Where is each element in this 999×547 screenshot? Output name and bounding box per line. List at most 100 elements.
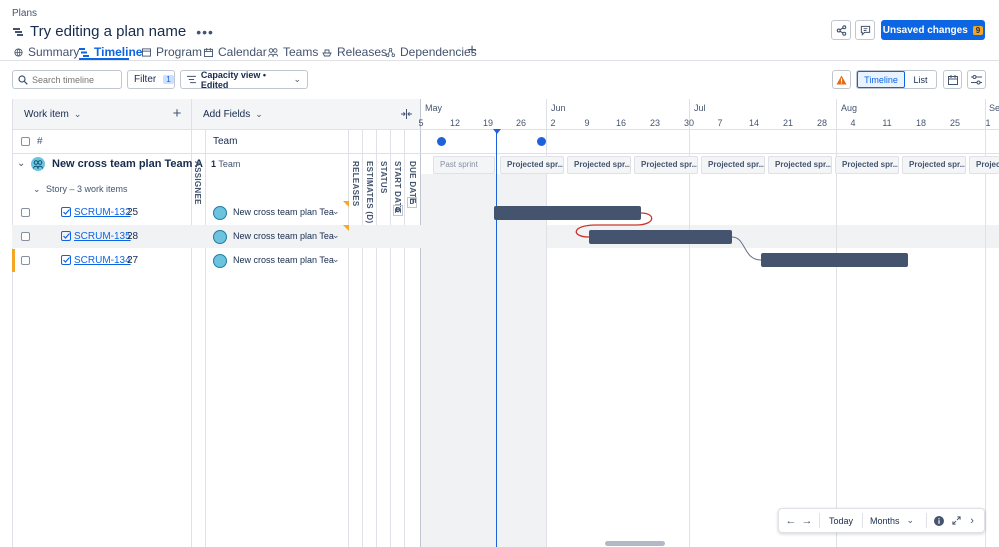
chevron-down-icon[interactable]: ⌄ [332,254,340,265]
collapse-team-icon[interactable]: ⌄ [17,158,25,169]
row-checkbox[interactable] [21,208,30,217]
sprint-pill[interactable]: Projected spr... [835,156,899,174]
tab-teams[interactable]: Teams [268,44,318,60]
sprint-pill[interactable]: Projected spr... [500,156,564,174]
warning-button[interactable] [832,70,851,89]
estimates-column-header[interactable]: ESTIMATES (D) [365,161,374,223]
nav-divider [819,513,820,528]
chevron-down-icon[interactable]: ⌄ [907,515,915,526]
tab-summary-label: Summary [28,45,80,59]
today-button[interactable]: Today [824,516,858,526]
story-type-icon [61,207,71,217]
search-input[interactable] [32,74,118,85]
day-tick: 9 [584,118,590,128]
row-team-value[interactable]: New cross team plan Tea [233,255,334,265]
sprint-pill[interactable]: Projected spr... [634,156,698,174]
sprint-pill[interactable]: Past sprint [433,156,495,174]
feedback-button[interactable] [855,20,875,40]
add-fields-button[interactable]: Add Fields ⌄ [203,109,263,120]
filter-button[interactable]: Filter 1 [127,70,175,89]
sprint-pill[interactable]: Projected spr... [701,156,765,174]
sprint-pill[interactable]: Projected spr... [768,156,832,174]
day-tick: 18 [915,118,927,128]
team-avatar-icon [31,157,45,171]
select-all-checkbox[interactable] [21,137,30,146]
chevron-right-icon[interactable]: › [965,515,979,527]
unsaved-count-badge: 9 [972,25,984,35]
issue-key-link[interactable]: SCRUM-132 [74,207,131,218]
arrow-left-icon[interactable]: ← [783,515,799,527]
releases-column-header[interactable]: RELEASES [351,161,360,207]
day-tick: 23 [649,118,661,128]
day-tick: 30 [683,118,695,128]
share-button[interactable] [831,20,851,40]
list-toggle-button[interactable]: List [905,71,936,88]
timeline-header [421,99,999,129]
release-marker[interactable] [437,137,446,146]
arrow-right-icon[interactable]: → [799,515,815,527]
add-fields-label: Add Fields [203,109,251,120]
grid-divider [205,129,206,547]
view-toggle: Timeline List [856,70,937,89]
month-label: Jun [551,103,566,113]
search-icon [18,74,28,85]
issue-number: 28 [127,231,139,242]
horizontal-scrollbar[interactable] [605,541,665,546]
search-timeline-field[interactable] [12,70,122,89]
chevron-down-icon: ⌄ [293,74,301,84]
row-checkbox[interactable] [21,256,30,265]
day-tick: 26 [515,118,527,128]
issue-key-link[interactable]: SCRUM-135 [74,231,131,242]
collapse-story-icon[interactable]: ⌄ [33,184,41,195]
tab-dependencies[interactable]: Dependencies [386,44,477,60]
schedule-bar[interactable] [761,253,908,267]
calendar-icon [947,74,958,85]
breadcrumb[interactable]: Plans [12,8,37,19]
work-item-column-header[interactable]: Work item ⌄ [24,109,81,120]
issue-key-link[interactable]: SCRUM-134 [74,255,131,266]
story-group-label[interactable]: Story – 3 work items [46,184,128,194]
scale-dropdown[interactable]: Months [867,516,903,526]
sprint-pill[interactable]: Projected spr... [902,156,966,174]
release-marker[interactable] [537,137,546,146]
hash-column-header: # [37,136,43,147]
chevron-down-icon: ⌄ [73,109,82,119]
row-team-value[interactable]: New cross team plan Tea [233,231,334,241]
today-line [496,129,497,547]
team-avatar-icon [213,254,227,268]
team-count-number: 1 [211,159,217,169]
settings-button[interactable] [967,70,986,89]
day-tick: 1 [985,118,991,128]
team-count-text: Team [218,159,241,169]
add-item-icon[interactable]: + [171,105,183,122]
view-settings-dropdown[interactable]: Capacity view • Edited ⌄ [180,70,308,90]
assignee-column-header[interactable]: ASSIGNEE [193,161,202,205]
row-checkbox[interactable] [21,232,30,241]
row-team-value[interactable]: New cross team plan Tea [233,207,334,217]
day-tick: 16 [615,118,627,128]
grid-divider [362,129,363,547]
expand-icon[interactable] [947,516,965,525]
unsaved-changes-button[interactable]: Unsaved changes 9 [881,20,985,40]
info-icon[interactable] [931,515,947,526]
tab-calendar[interactable]: Calendar [204,44,267,60]
more-actions-icon[interactable]: ••• [196,24,214,40]
tab-program[interactable]: Program [142,44,202,60]
nav-divider [926,513,928,528]
chevron-down-icon[interactable]: ⌄ [332,206,340,217]
chevron-down-icon[interactable]: ⌄ [332,230,340,241]
tab-summary[interactable]: Summary [14,44,79,60]
status-column-header[interactable]: STATUS [379,161,388,194]
schedule-bar[interactable] [494,206,641,220]
plan-title[interactable]: Try editing a plan name [30,23,186,40]
sprint-pill[interactable]: Projected spr... [567,156,631,174]
collapse-fields-icon[interactable] [400,108,412,120]
team-row-label[interactable]: New cross team plan Team A [52,158,203,170]
tab-releases[interactable]: Releases [322,44,387,60]
ship-icon [322,49,332,56]
date-range-button[interactable] [943,70,962,89]
timeline-toggle-button[interactable]: Timeline [857,71,905,88]
add-tab-icon[interactable]: + [465,42,479,59]
sprint-pill[interactable]: Projected spr... [969,156,999,174]
schedule-bar[interactable] [589,230,732,244]
